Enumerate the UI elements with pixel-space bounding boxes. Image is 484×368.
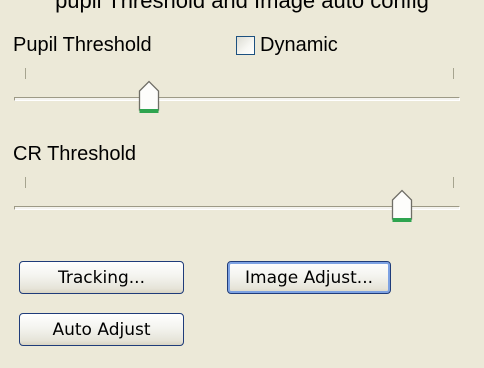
cr-slider-tick-max bbox=[453, 177, 454, 188]
pupil-slider-thumb[interactable] bbox=[138, 80, 160, 114]
cr-slider-tick-min bbox=[25, 177, 26, 188]
dynamic-checkbox[interactable] bbox=[236, 35, 255, 55]
dynamic-checkbox-row[interactable]: Dynamic bbox=[236, 34, 338, 56]
cr-threshold-label: CR Threshold bbox=[13, 143, 137, 165]
pupil-slider-tick-min bbox=[25, 68, 26, 79]
cr-slider-thumb[interactable] bbox=[391, 189, 413, 223]
clipped-header-text: pupil Threshold and Image auto config bbox=[55, 0, 429, 13]
pupil-threshold-label: Pupil Threshold bbox=[13, 34, 152, 56]
threshold-panel: pupil Threshold and Image auto config Pu… bbox=[0, 0, 484, 368]
dynamic-label: Dynamic bbox=[260, 33, 338, 56]
pupil-slider-tick-max bbox=[453, 68, 454, 79]
tracking-button[interactable]: Tracking... bbox=[19, 261, 184, 294]
pupil-slider-track[interactable] bbox=[14, 97, 460, 101]
image-adjust-button[interactable]: Image Adjust... bbox=[227, 261, 391, 294]
auto-adjust-button[interactable]: Auto Adjust bbox=[19, 313, 184, 346]
